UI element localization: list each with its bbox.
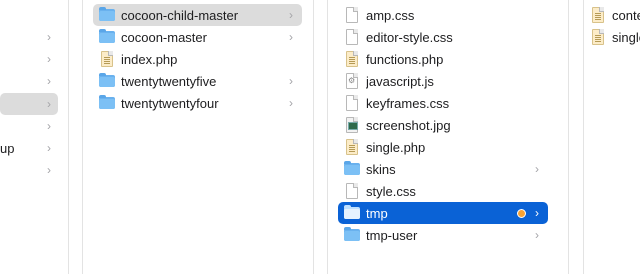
item-label: functions.php [366,51,444,67]
item-label: editor-style.css [366,29,453,45]
file-row[interactable]: style.css [338,180,548,202]
column-child-theme: amp.css editor-style.css functions.php j… [328,0,568,274]
folder-row-selected[interactable]: cocoon-child-master › [93,4,302,26]
column1-row[interactable]: › [0,26,58,48]
column-tmp: conte single [584,0,640,274]
chevron-right-icon: › [289,74,293,88]
chevron-right-icon: › [535,206,539,220]
php-file-icon [99,51,115,67]
file-row[interactable]: functions.php [338,48,548,70]
item-label: skins [366,161,396,177]
item-label: tmp [366,205,388,221]
php-file-icon [590,29,606,45]
column1-row[interactable]: › [0,115,58,137]
item-label: cocoon-master [121,29,207,45]
image-file-icon [344,117,360,133]
column1-row[interactable]: up › [0,137,58,159]
folder-row-active[interactable]: tmp › [338,202,548,224]
chevron-right-icon: › [47,119,51,133]
column1-row[interactable]: › [0,70,58,92]
column-themes: cocoon-child-master › cocoon-master › in… [83,0,313,274]
folder-icon [99,7,115,23]
php-file-icon [590,7,606,23]
folder-icon [99,73,115,89]
folder-icon [344,161,360,177]
chevron-right-icon: › [47,74,51,88]
folder-icon [344,227,360,243]
file-row[interactable]: single.php [338,136,548,158]
item-label: index.php [121,51,178,67]
item-label: single.php [366,139,426,155]
column-parent: › › › › › up › › [0,0,68,274]
chevron-right-icon: › [47,97,51,111]
file-icon [344,183,360,199]
file-row[interactable]: index.php [93,48,302,70]
chevron-right-icon: › [47,30,51,44]
item-label: conte [612,7,640,23]
chevron-right-icon: › [289,8,293,22]
folder-icon [99,95,115,111]
file-icon [344,29,360,45]
chevron-right-icon: › [47,141,51,155]
item-label: javascript.js [366,73,434,89]
item-label: cocoon-child-master [121,7,239,23]
folder-row[interactable]: cocoon-master › [93,26,302,48]
chevron-right-icon: › [289,30,293,44]
chevron-right-icon: › [535,228,539,242]
file-row[interactable]: editor-style.css [338,26,548,48]
php-file-icon [344,51,360,67]
js-file-icon [344,73,360,89]
item-label: style.css [366,183,416,199]
folder-row[interactable]: tmp-user › [338,224,548,246]
column1-row[interactable]: › [0,159,58,181]
folder-icon [99,29,115,45]
file-row[interactable]: amp.css [338,4,548,26]
item-label: twentytwentyfour [121,95,219,111]
column1-row-label: up [0,140,15,156]
php-file-icon [344,139,360,155]
file-row[interactable]: keyframes.css [338,92,548,114]
chevron-right-icon: › [47,52,51,66]
file-icon [344,95,360,111]
file-row[interactable]: single [590,26,640,48]
column-divider[interactable] [568,0,569,274]
file-icon [344,7,360,23]
item-label: amp.css [366,7,415,23]
column-divider[interactable] [68,0,69,274]
item-label: twentytwentyfive [121,73,217,89]
chevron-right-icon: › [289,96,293,110]
column1-row-selected[interactable]: › [0,93,58,115]
chevron-right-icon: › [47,163,51,177]
orange-tag-dot [517,208,526,218]
column-divider[interactable] [313,0,314,274]
item-label: tmp-user [366,227,418,243]
column1-row[interactable]: › [0,48,58,70]
folder-row[interactable]: skins › [338,158,548,180]
chevron-right-icon: › [535,162,539,176]
file-row[interactable]: javascript.js [338,70,548,92]
folder-icon [344,205,360,221]
folder-row[interactable]: twentytwentyfive › [93,70,302,92]
file-row[interactable]: screenshot.jpg [338,114,548,136]
folder-row[interactable]: twentytwentyfour › [93,92,302,114]
file-row[interactable]: conte [590,4,640,26]
item-label: screenshot.jpg [366,117,451,133]
item-label: keyframes.css [366,95,450,111]
item-label: single [612,29,640,45]
